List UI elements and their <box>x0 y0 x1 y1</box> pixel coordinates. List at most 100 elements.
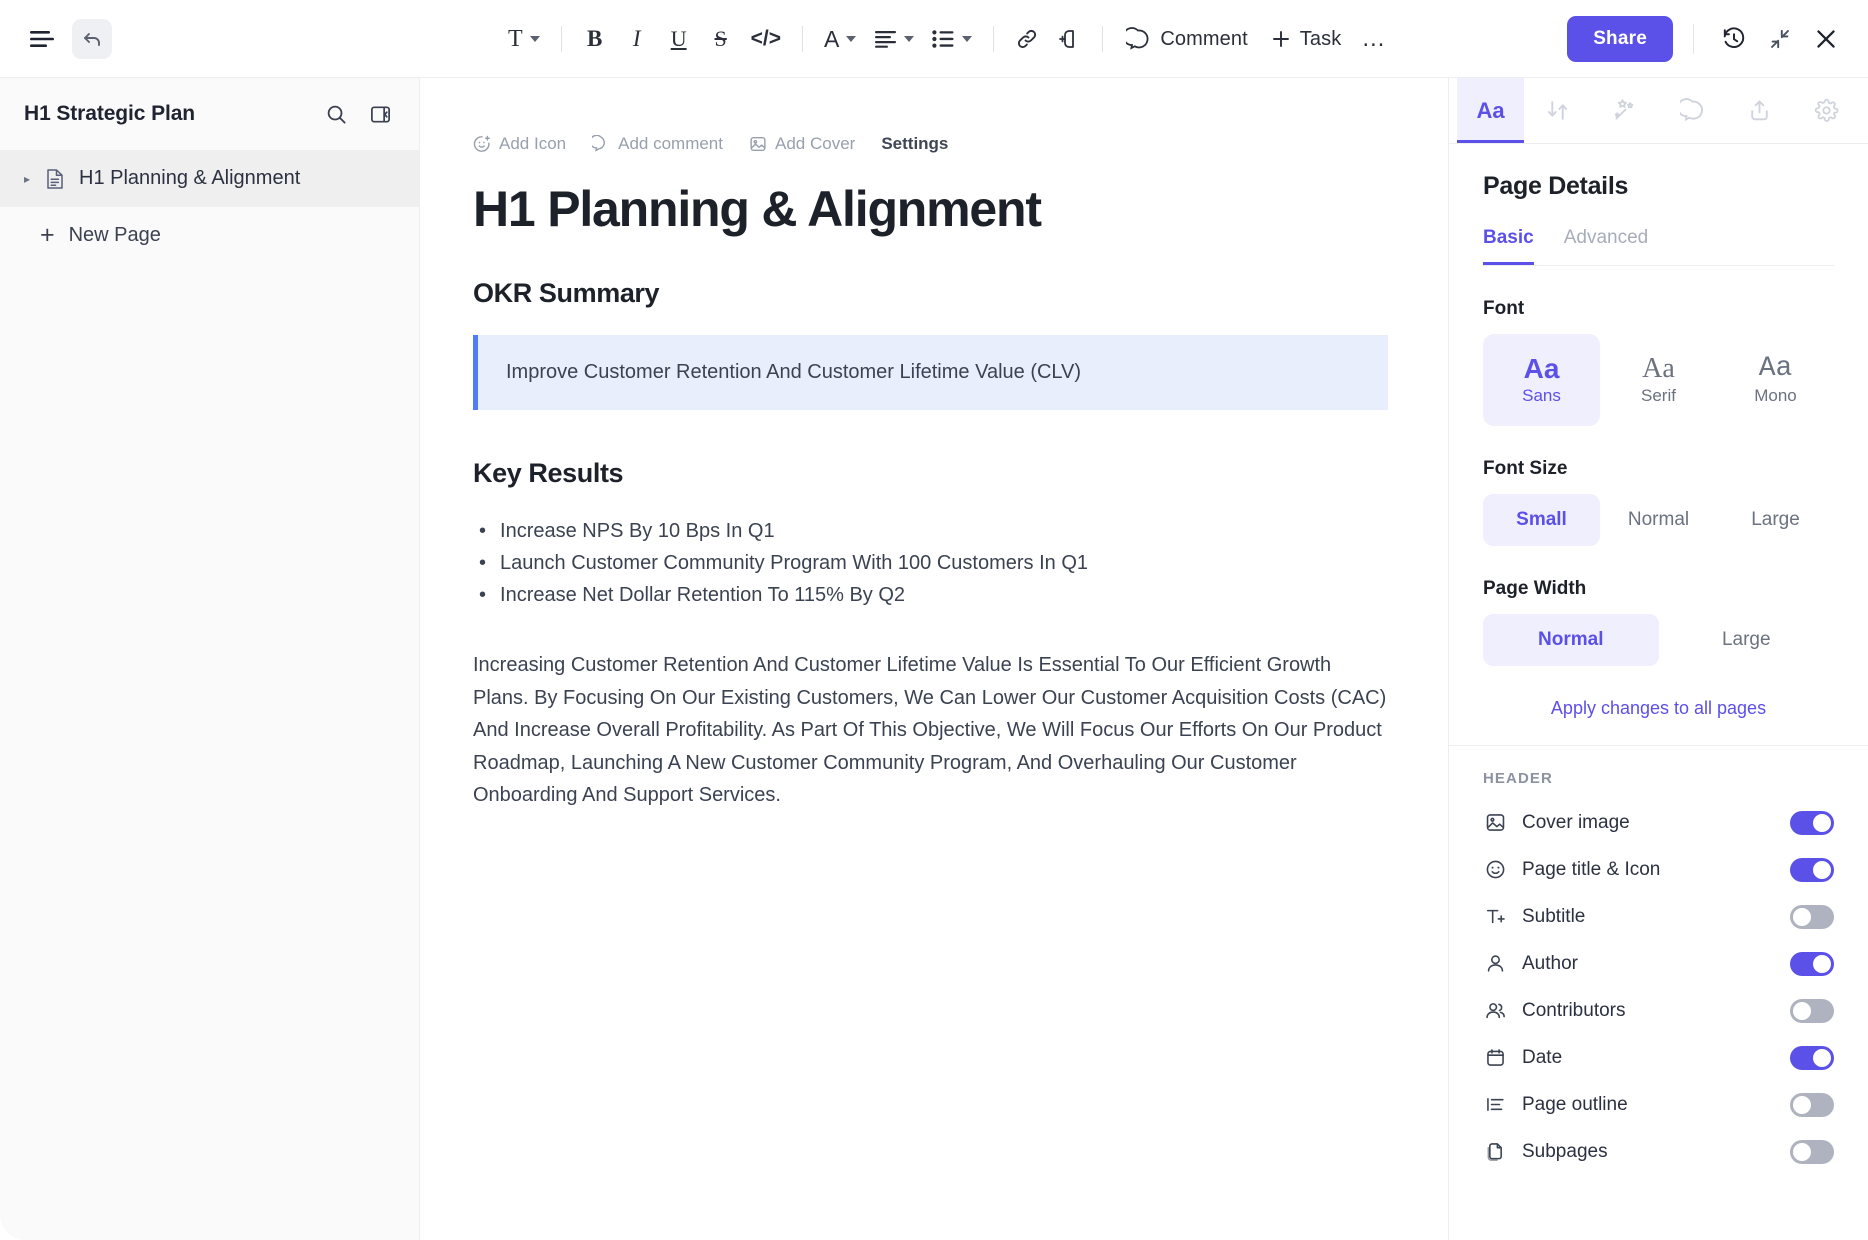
link-button[interactable] <box>1007 18 1047 60</box>
toggle-knob <box>1793 1142 1811 1161</box>
underline-button[interactable]: U <box>659 18 699 60</box>
font-option-mono[interactable]: Aa Mono <box>1717 334 1834 426</box>
tab-ai-assistant[interactable] <box>1591 78 1658 143</box>
add-comment-button[interactable]: Add comment <box>592 134 723 154</box>
clock-history-icon[interactable] <box>1714 19 1754 59</box>
panel-divider <box>1449 745 1868 746</box>
list-item[interactable]: • Increase NPS By 10 Bps In Q1 <box>473 515 1388 547</box>
add-cover-label: Add Cover <box>775 134 856 153</box>
page-width-large[interactable]: Large <box>1659 614 1835 666</box>
list-item[interactable]: • Increase Net Dollar Retention To 115% … <box>473 579 1388 611</box>
panel-subtab-bar: Basic Advanced <box>1483 227 1834 266</box>
bold-button[interactable]: B <box>575 18 615 60</box>
toggle-row-date[interactable]: Date <box>1483 1034 1834 1081</box>
toggle-label: Cover image <box>1522 811 1630 833</box>
new-page-label: New Page <box>68 223 161 246</box>
toggle-switch-page-title-icon[interactable] <box>1790 857 1834 882</box>
chevron-right-icon[interactable]: ▸ <box>14 172 40 186</box>
toggle-knob <box>1793 907 1811 926</box>
smiley-plus-icon <box>473 135 490 152</box>
toggle-switch-author[interactable] <box>1790 951 1834 976</box>
tab-relationships[interactable] <box>1524 78 1591 143</box>
pages-icon <box>1483 1141 1507 1162</box>
page-title[interactable]: H1 Planning & Alignment <box>473 180 1388 238</box>
share-button[interactable]: Share <box>1567 16 1673 62</box>
close-x-icon[interactable] <box>1806 19 1846 59</box>
document-area: Add Icon Add comment Add Cover Settings … <box>421 78 1448 1240</box>
font-sample-glyph: Aa <box>1758 352 1793 384</box>
okr-callout[interactable]: Improve Customer Retention And Customer … <box>473 335 1388 410</box>
toggle-label: Subpages <box>1522 1140 1608 1162</box>
apply-all-pages-link[interactable]: Apply changes to all pages <box>1483 698 1834 719</box>
new-page-button[interactable]: + New Page <box>0 207 419 263</box>
page-width-normal[interactable]: Normal <box>1483 614 1659 666</box>
toggle-label: Author <box>1522 952 1578 974</box>
tab-share[interactable] <box>1726 78 1793 143</box>
body-paragraph[interactable]: Increasing Customer Retention And Custom… <box>473 649 1388 812</box>
toggle-label: Subtitle <box>1522 905 1586 927</box>
list-button[interactable] <box>924 18 980 60</box>
toggle-switch-contributors[interactable] <box>1790 998 1834 1023</box>
toggle-row-page-outline[interactable]: Page outline <box>1483 1081 1834 1128</box>
tab-typography[interactable]: Aa <box>1457 78 1525 143</box>
more-options-button[interactable]: … <box>1353 18 1394 60</box>
collapse-arrows-icon[interactable] <box>1760 19 1800 59</box>
image-icon <box>1483 812 1507 833</box>
toggle-row-author[interactable]: Author <box>1483 940 1834 987</box>
toggle-knob <box>1813 813 1831 832</box>
toggle-row-contributors[interactable]: Contributors <box>1483 987 1834 1034</box>
workspace-title: H1 Strategic Plan <box>24 102 196 125</box>
toggle-row-cover-image[interactable]: Cover image <box>1483 799 1834 846</box>
sidebar-item-h1-planning-alignment[interactable]: ▸ H1 Planning & Alignment <box>0 150 419 207</box>
subtab-advanced[interactable]: Advanced <box>1564 227 1649 265</box>
tab-comments[interactable] <box>1659 78 1726 143</box>
font-size-normal[interactable]: Normal <box>1600 494 1717 546</box>
hamburger-menu-icon[interactable] <box>22 19 62 59</box>
toggle-switch-cover-image[interactable] <box>1790 810 1834 835</box>
font-size-small[interactable]: Small <box>1483 494 1600 546</box>
add-icon-button[interactable]: Add Icon <box>473 134 566 154</box>
toggle-switch-page-outline[interactable] <box>1790 1092 1834 1117</box>
toggle-row-subtitle[interactable]: Subtitle <box>1483 893 1834 940</box>
toggle-switch-subtitle[interactable] <box>1790 904 1834 929</box>
task-button[interactable]: Task <box>1260 18 1352 60</box>
toggle-row-page-title-icon[interactable]: Page title & Icon <box>1483 846 1834 893</box>
list-item[interactable]: • Launch Customer Community Program With… <box>473 547 1388 579</box>
undo-arrow-icon[interactable] <box>72 18 112 59</box>
toggle-switch-date[interactable] <box>1790 1045 1834 1070</box>
plus-icon <box>1272 31 1289 47</box>
italic-button[interactable]: I <box>617 18 657 60</box>
font-option-sans[interactable]: Aa Sans <box>1483 334 1600 426</box>
font-option-serif[interactable]: Aa Serif <box>1600 334 1717 426</box>
font-color-button[interactable]: A <box>816 18 864 60</box>
key-results-heading: Key Results <box>473 458 624 488</box>
sidebar-header: H1 Strategic Plan <box>0 78 419 150</box>
bullet-icon: • <box>479 520 487 542</box>
toggle-label: Page outline <box>1522 1093 1628 1115</box>
subtab-basic[interactable]: Basic <box>1483 227 1534 265</box>
strikethrough-button[interactable]: S <box>701 18 741 60</box>
add-cover-button[interactable]: Add Cover <box>749 134 855 154</box>
text-style-button[interactable]: T <box>500 18 548 60</box>
typography-icon: Aa <box>1476 97 1505 123</box>
key-results-list: • Increase NPS By 10 Bps In Q1 • Launch … <box>473 515 1388 611</box>
toggle-switch-subpages[interactable] <box>1790 1139 1834 1164</box>
settings-button[interactable]: Settings <box>881 134 948 154</box>
chevron-down-icon <box>962 36 973 42</box>
comment-button[interactable]: Comment <box>1116 18 1257 60</box>
tab-settings[interactable] <box>1793 78 1860 143</box>
font-size-large[interactable]: Large <box>1717 494 1834 546</box>
settings-label: Settings <box>881 134 949 153</box>
align-button[interactable] <box>866 18 922 60</box>
bullet-icon: • <box>479 584 487 606</box>
toolbar-divider <box>1693 24 1694 54</box>
task-label: Task <box>1299 27 1342 50</box>
search-icon[interactable] <box>319 97 353 131</box>
insert-page-button[interactable] <box>1049 18 1089 60</box>
code-button[interactable]: </> <box>743 18 789 60</box>
people-icon <box>1483 1000 1507 1021</box>
toggle-row-subpages[interactable]: Subpages <box>1483 1128 1834 1175</box>
font-size-option-group: Small Normal Large <box>1483 494 1834 546</box>
sidebar-collapse-icon[interactable] <box>363 97 397 131</box>
page-width-label: Page Width <box>1483 578 1587 599</box>
